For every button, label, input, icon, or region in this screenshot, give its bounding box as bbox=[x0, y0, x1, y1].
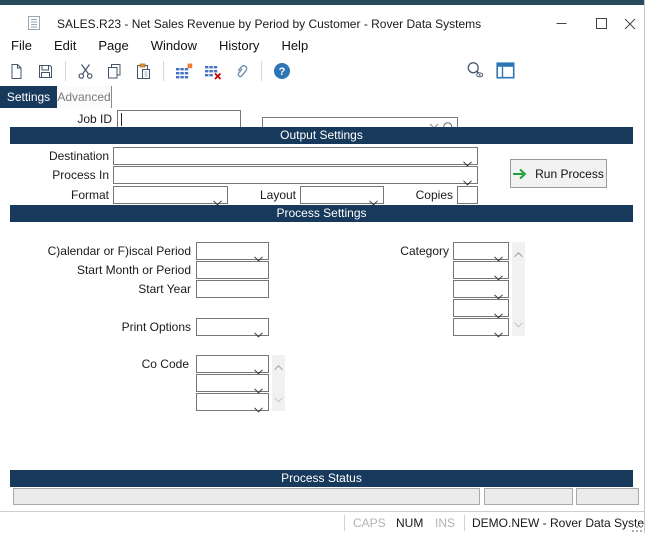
scroll-down-icon[interactable] bbox=[514, 315, 523, 333]
delete-row-icon[interactable] bbox=[203, 62, 222, 81]
ins-indicator: INS bbox=[435, 516, 456, 530]
layout-label: Layout bbox=[259, 188, 296, 202]
category-select-2[interactable] bbox=[453, 261, 509, 281]
new-document-icon[interactable] bbox=[7, 62, 26, 81]
toolbar-separator bbox=[65, 61, 66, 81]
format-label: Format bbox=[70, 188, 109, 202]
co-code-select-1[interactable] bbox=[196, 355, 269, 375]
scroll-down-icon[interactable] bbox=[274, 390, 283, 408]
run-process-label: Run Process bbox=[535, 166, 604, 181]
num-indicator: NUM bbox=[396, 516, 424, 530]
document-icon bbox=[26, 15, 42, 31]
svg-text:?: ? bbox=[278, 66, 285, 78]
job-id-input[interactable] bbox=[117, 110, 241, 128]
text-caret bbox=[121, 113, 122, 126]
print-options-select[interactable] bbox=[196, 318, 269, 338]
format-select[interactable] bbox=[113, 186, 228, 206]
environment-label: DEMO.NEW - Rover Data Systems bbox=[472, 516, 645, 530]
category-scrollbar[interactable] bbox=[512, 242, 525, 336]
calendar-fiscal-select[interactable] bbox=[196, 242, 269, 262]
output-settings-header: Output Settings bbox=[10, 127, 633, 144]
process-settings-header: Process Settings bbox=[10, 205, 633, 222]
process-in-select[interactable] bbox=[113, 166, 478, 186]
category-select-4[interactable] bbox=[453, 299, 509, 319]
save-icon[interactable] bbox=[36, 62, 55, 81]
menu-page[interactable]: Page bbox=[98, 38, 128, 53]
copies-input[interactable] bbox=[457, 186, 478, 204]
co-code-select-3[interactable] bbox=[196, 393, 269, 413]
co-code-label: Co Code bbox=[141, 357, 189, 371]
destination-label: Destination bbox=[48, 149, 109, 163]
cut-icon[interactable] bbox=[76, 62, 95, 81]
category-select-3[interactable] bbox=[453, 280, 509, 300]
menu-window[interactable]: Window bbox=[151, 38, 197, 53]
find-record-icon[interactable] bbox=[466, 60, 485, 79]
attachment-icon[interactable] bbox=[232, 62, 251, 81]
statusbar-separator bbox=[464, 515, 465, 531]
help-icon[interactable]: ? bbox=[272, 62, 291, 81]
chevron-down-icon bbox=[254, 325, 263, 343]
run-process-button[interactable]: Run Process bbox=[510, 159, 607, 188]
job-id-label: Job ID bbox=[77, 112, 112, 126]
print-options-label: Print Options bbox=[121, 320, 191, 334]
start-year-label: Start Year bbox=[138, 282, 191, 296]
toolbar-separator bbox=[163, 61, 164, 81]
caps-indicator: CAPS bbox=[353, 516, 386, 530]
co-code-select-2[interactable] bbox=[196, 374, 269, 394]
menu-help[interactable]: Help bbox=[281, 38, 308, 53]
tab-advanced[interactable]: Advanced bbox=[57, 86, 112, 108]
start-year-input[interactable] bbox=[196, 280, 269, 298]
start-month-label: Start Month or Period bbox=[76, 263, 191, 277]
process-status-field-1 bbox=[13, 488, 480, 505]
window-title: SALES.R23 - Net Sales Revenue by Period … bbox=[57, 17, 482, 31]
tab-settings[interactable]: Settings bbox=[0, 86, 57, 108]
menu-bar: File Edit Page Window History Help bbox=[0, 33, 644, 57]
process-status-field-2 bbox=[484, 488, 573, 505]
toolbar-separator bbox=[261, 61, 262, 81]
window-layout-icon[interactable] bbox=[496, 61, 515, 80]
resize-grip[interactable] bbox=[632, 520, 643, 533]
category-select-5[interactable] bbox=[453, 318, 509, 338]
process-in-label: Process In bbox=[52, 168, 109, 182]
menu-file[interactable]: File bbox=[11, 38, 32, 53]
layout-select[interactable] bbox=[300, 186, 384, 206]
run-arrow-icon bbox=[513, 168, 527, 179]
co-code-scrollbar[interactable] bbox=[272, 355, 285, 411]
toolbar: ? bbox=[0, 57, 644, 138]
category-select-1[interactable] bbox=[453, 242, 509, 262]
paste-icon[interactable] bbox=[134, 62, 153, 81]
chevron-down-icon bbox=[494, 325, 503, 343]
title-bar[interactable]: SALES.R23 - Net Sales Revenue by Period … bbox=[0, 5, 644, 33]
insert-row-icon[interactable] bbox=[174, 62, 193, 81]
menu-history[interactable]: History bbox=[219, 38, 259, 53]
statusbar-separator bbox=[344, 515, 345, 531]
status-bar: CAPS NUM INS DEMO.NEW - Rover Data Syste… bbox=[0, 511, 645, 533]
chevron-down-icon bbox=[254, 400, 263, 418]
process-status-field-3 bbox=[576, 488, 639, 505]
scroll-up-icon[interactable] bbox=[274, 358, 283, 376]
menu-edit[interactable]: Edit bbox=[54, 38, 76, 53]
destination-select[interactable] bbox=[113, 147, 478, 167]
calendar-fiscal-label: C)alendar or F)iscal Period bbox=[47, 244, 191, 258]
copies-label: Copies bbox=[415, 188, 453, 202]
scroll-up-icon[interactable] bbox=[514, 245, 523, 263]
copy-icon[interactable] bbox=[105, 62, 124, 81]
category-label: Category bbox=[400, 244, 449, 258]
start-month-input[interactable] bbox=[196, 261, 269, 279]
app-window: SALES.R23 - Net Sales Revenue by Period … bbox=[0, 0, 645, 533]
process-status-header: Process Status bbox=[10, 470, 633, 487]
